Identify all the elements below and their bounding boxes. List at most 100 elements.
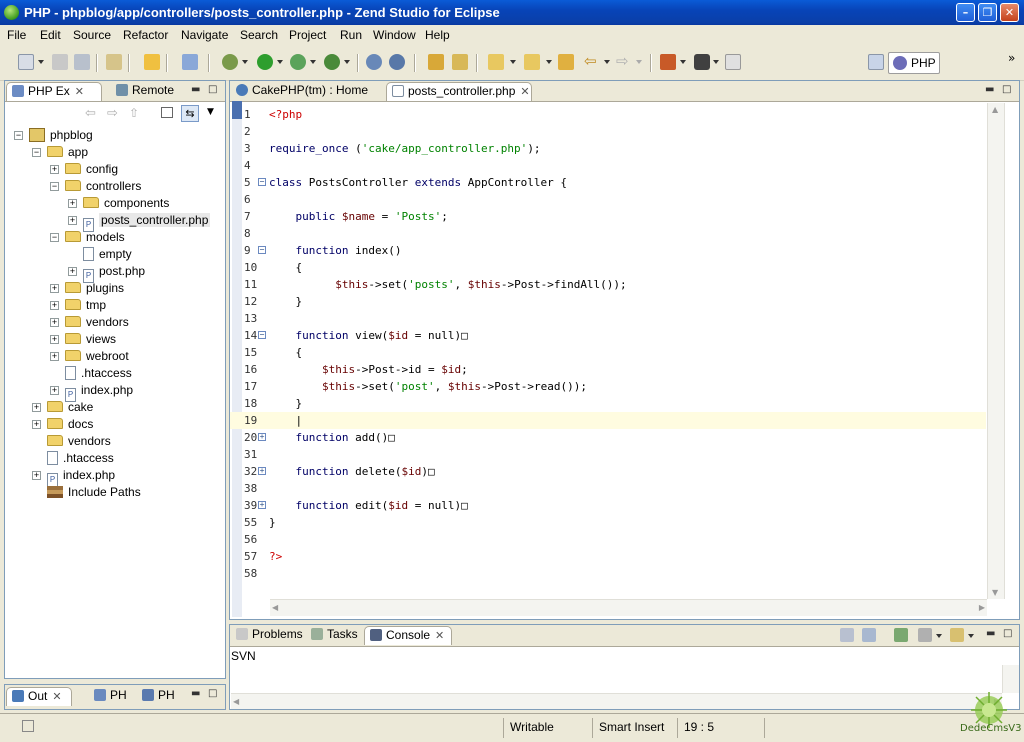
tree-item[interactable]: + Pindex.php [5, 382, 223, 402]
link-with-editor-icon[interactable]: ⇆ [181, 105, 199, 122]
tab-php-functions[interactable]: PH [89, 687, 135, 706]
previous-annotation-icon[interactable] [524, 54, 540, 70]
expand-icon[interactable]: + [50, 301, 59, 310]
fold-collapse-icon[interactable]: − [258, 246, 266, 254]
browser-icon[interactable] [366, 54, 382, 70]
code-line[interactable]: 4 [230, 157, 986, 174]
code-line[interactable]: 15 { [230, 344, 986, 361]
collapse-icon[interactable]: − [32, 148, 41, 157]
menu-window[interactable]: Window [373, 28, 416, 42]
highlight-dropdown-arrow-icon[interactable] [680, 60, 686, 64]
last-edit-location-icon[interactable] [558, 54, 574, 70]
menu-run[interactable]: Run [340, 28, 362, 42]
code-line[interactable]: 55} [230, 514, 986, 531]
restore-button[interactable]: ❐ [978, 3, 997, 22]
expand-icon[interactable]: + [50, 318, 59, 327]
tree-item[interactable]: + plugins [5, 280, 223, 297]
collapse-icon[interactable]: − [50, 233, 59, 242]
code-line[interactable]: 19 | [230, 412, 986, 429]
fold-expand-icon[interactable]: + [258, 467, 266, 475]
maximize-editor-icon[interactable]: □ [1002, 84, 1011, 95]
minimize-editor-icon[interactable]: ▬ [985, 84, 994, 95]
editor-horizontal-scrollbar[interactable]: ◀ ▶ [270, 599, 987, 616]
expand-icon[interactable]: + [68, 267, 77, 276]
expand-icon[interactable]: + [50, 165, 59, 174]
code-line[interactable]: 1 <?php [230, 106, 986, 123]
code-line[interactable]: 16 $this->Post->id = $id; [230, 361, 986, 378]
close-icon[interactable]: ✕ [52, 689, 61, 706]
toggle-icon[interactable] [725, 54, 741, 70]
search-icon[interactable] [182, 54, 198, 70]
collapse-icon[interactable]: − [14, 131, 23, 140]
new-php-project-icon[interactable] [106, 54, 122, 70]
tree-item[interactable]: empty [5, 246, 223, 263]
tree-item[interactable]: + docs [5, 416, 223, 433]
maximize-view-icon[interactable]: □ [208, 688, 217, 699]
code-line[interactable]: 7 public $name = 'Posts'; [230, 208, 986, 225]
code-line[interactable]: 13 [230, 310, 986, 327]
expand-icon[interactable]: + [50, 284, 59, 293]
debug-dropdown-arrow-icon[interactable] [242, 60, 248, 64]
code-line[interactable]: 6 [230, 191, 986, 208]
tab-problems[interactable]: Problems [231, 626, 303, 645]
device-icon[interactable] [694, 54, 710, 70]
tab-cakephp-home[interactable]: CakePHP(tm) : Home [231, 82, 381, 101]
menu-refactor[interactable]: Refactor [123, 28, 168, 42]
expand-icon[interactable]: + [32, 420, 41, 429]
print-icon[interactable] [74, 54, 90, 70]
code-line[interactable]: 5− class PostsController extends AppContr… [230, 174, 986, 191]
tree-item[interactable]: + vendors [5, 314, 223, 331]
back-dropdown-arrow-icon[interactable] [604, 60, 610, 64]
menu-navigate[interactable]: Navigate [181, 28, 228, 42]
web-services-icon[interactable] [389, 54, 405, 70]
tree-item[interactable]: vendors [5, 433, 223, 450]
menu-search[interactable]: Search [240, 28, 278, 42]
tree-item[interactable]: − phpblog [5, 127, 223, 144]
maximize-view-icon[interactable]: □ [208, 84, 217, 95]
scroll-left-icon[interactable]: ◀ [233, 697, 239, 706]
open-type-icon[interactable] [428, 54, 444, 70]
expand-icon[interactable]: + [32, 403, 41, 412]
debug-icon[interactable] [222, 54, 238, 70]
expand-icon[interactable]: + [32, 471, 41, 480]
code-editor[interactable]: 1 <?php 2 3 require_once ('cake/app_controll… [230, 106, 987, 596]
tree-item[interactable]: + Pindex.php [5, 467, 223, 487]
console-vertical-scrollbar[interactable] [1002, 665, 1019, 693]
tab-php-project-outline[interactable]: PH [137, 687, 183, 706]
fold-expand-icon[interactable]: + [258, 433, 266, 441]
open-resource-icon[interactable] [452, 54, 468, 70]
expand-icon[interactable]: + [68, 199, 77, 208]
menu-edit[interactable]: Edit [40, 28, 61, 42]
up-icon[interactable]: ⇧ [129, 106, 139, 120]
scroll-lock-icon[interactable] [862, 628, 876, 642]
close-window-button[interactable]: ✕ [1000, 3, 1019, 22]
open-console-icon[interactable] [950, 628, 964, 642]
minimize-view-icon[interactable]: ▬ [191, 688, 200, 699]
code-line[interactable]: 58 [230, 565, 986, 582]
code-line[interactable]: 39 + function edit($id = null)□ [230, 497, 986, 514]
console-horizontal-scrollbar[interactable]: ◀ ▶ [231, 693, 1002, 709]
device-dropdown-arrow-icon[interactable] [713, 60, 719, 64]
scroll-right-icon[interactable]: ▶ [979, 603, 985, 612]
code-line[interactable]: 9− function index() [230, 242, 986, 259]
code-line[interactable]: 32 + function delete($id)□ [230, 463, 986, 480]
display-console-icon[interactable] [918, 628, 932, 642]
run-icon[interactable] [257, 54, 273, 70]
close-icon[interactable]: ✕ [435, 628, 444, 645]
expand-icon[interactable]: + [50, 335, 59, 344]
tree-item[interactable]: + config [5, 161, 223, 178]
tree-item[interactable]: − models [5, 229, 223, 246]
menu-file[interactable]: File [7, 28, 26, 42]
fast-view-icon[interactable] [22, 720, 34, 732]
editor-vertical-scrollbar[interactable]: ▲ ▼ [987, 103, 1004, 599]
menu-help[interactable]: Help [425, 28, 450, 42]
tree-item[interactable]: + tmp [5, 297, 223, 314]
code-line[interactable]: 17 $this->set('post', $this->Post->read(… [230, 378, 986, 395]
tree-item[interactable]: − controllers [5, 178, 223, 195]
code-line[interactable]: 14− function view($id = null)□ [230, 327, 986, 344]
code-line[interactable]: 8 [230, 225, 986, 242]
tab-php-explorer[interactable]: PHP Ex ✕ [6, 82, 102, 101]
collapse-all-icon[interactable] [161, 107, 173, 118]
minimize-button[interactable]: – [956, 3, 975, 22]
open-perspective-icon[interactable] [868, 54, 884, 70]
